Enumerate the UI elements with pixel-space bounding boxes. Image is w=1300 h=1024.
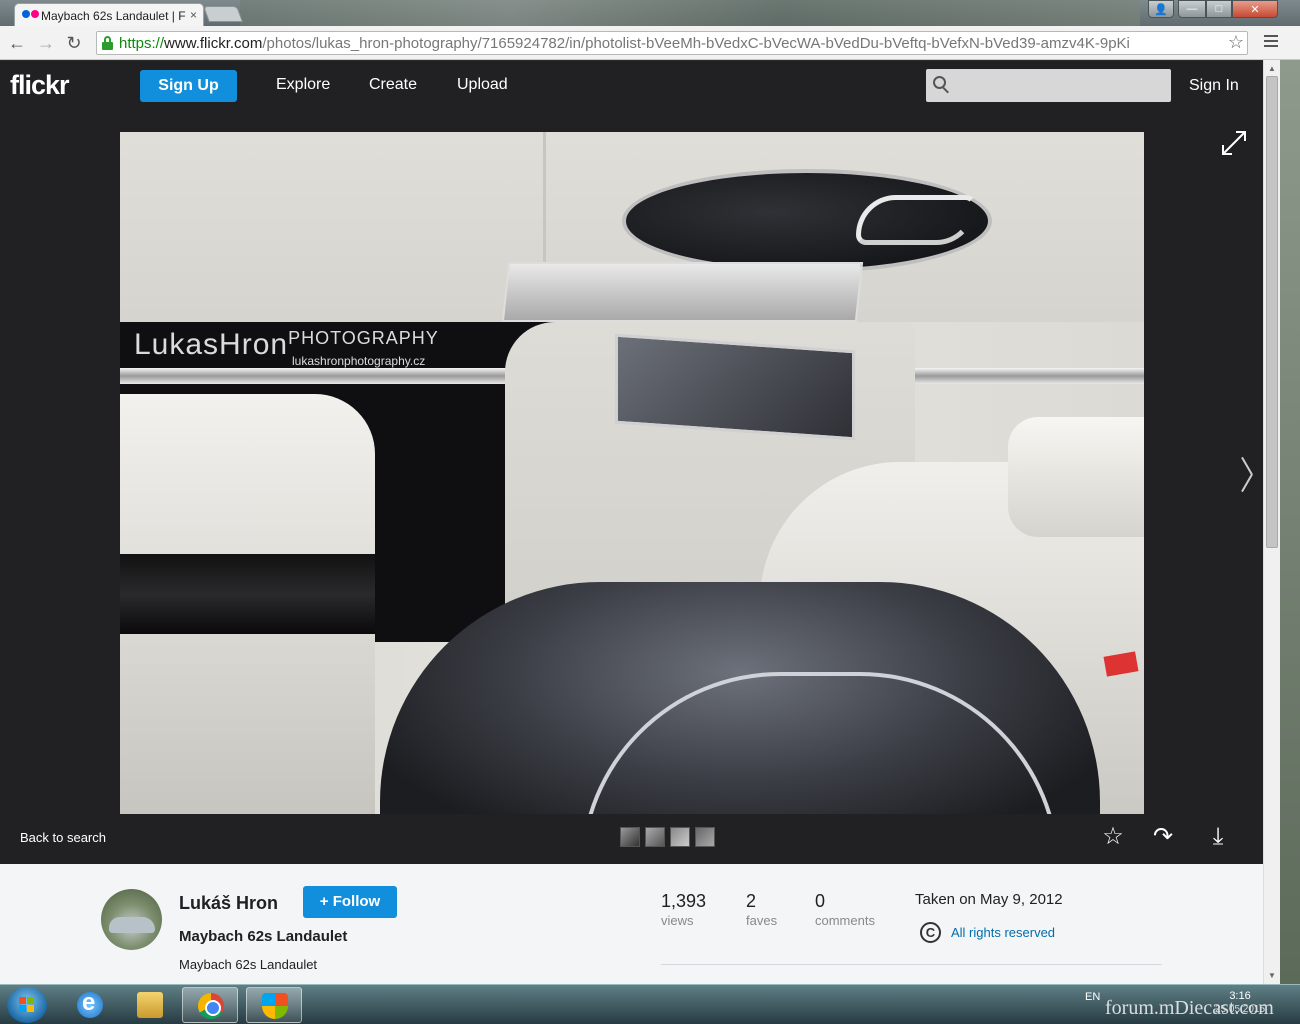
thumbnail[interactable] <box>645 827 665 847</box>
clock-time: 3:16 <box>1229 990 1251 1002</box>
thumbnail[interactable] <box>670 827 690 847</box>
stat-faves: 2 faves <box>746 891 777 928</box>
stat-faves-count: 2 <box>746 891 757 911</box>
flickr-logo[interactable]: flickr <box>10 70 70 101</box>
watermark-photography: PHOTOGRAPHY <box>288 328 439 348</box>
system-clock[interactable]: 3:16 25.05.2015 <box>1215 990 1265 1016</box>
search-input[interactable] <box>958 73 1163 97</box>
taskbar-internet-explorer-icon[interactable] <box>62 987 118 1023</box>
owner-avatar[interactable] <box>101 889 162 950</box>
back-to-search-link[interactable]: Back to search <box>20 830 106 845</box>
browser-titlebar: Maybach 62s Landaulet | F × 👤 — □ ✕ <box>0 0 1300 26</box>
browser-menu-icon[interactable] <box>1264 35 1278 49</box>
main-photo[interactable]: LukasHronPHOTOGRAPHY lukashronphotograph… <box>120 132 1144 814</box>
stat-comments-count: 0 <box>815 891 826 911</box>
thumbnail[interactable] <box>620 827 640 847</box>
minimize-button[interactable]: — <box>1178 0 1206 18</box>
scroll-down-icon[interactable]: ▼ <box>1268 971 1276 980</box>
download-icon[interactable]: ⤓ <box>1205 824 1231 850</box>
url-scheme: https:// <box>119 35 165 52</box>
flickr-header: flickr Sign Up Explore Create Upload Sig… <box>0 61 1263 111</box>
photo-leather-cushion <box>380 582 1100 814</box>
search-icon <box>933 76 949 94</box>
forward-arrow-icon[interactable]: → <box>35 32 57 54</box>
window-controls: 👤 — □ ✕ <box>1148 0 1278 18</box>
maximize-button[interactable]: □ <box>1206 0 1232 18</box>
photo-stage: LukasHronPHOTOGRAPHY lukashronphotograph… <box>0 111 1263 864</box>
tab-title: Maybach 62s Landaulet | F <box>41 9 186 23</box>
reload-icon[interactable]: ↻ <box>63 32 85 54</box>
sign-in-link[interactable]: Sign In <box>1189 77 1239 95</box>
taskbar-security-shield-icon[interactable] <box>246 987 302 1023</box>
nav-create[interactable]: Create <box>369 76 417 94</box>
address-bar[interactable]: https://www.flickr.com/photos/lukas_hron… <box>96 31 1248 55</box>
share-icon[interactable]: ↷ <box>1150 824 1176 850</box>
close-window-button[interactable]: ✕ <box>1232 0 1278 18</box>
taskbar-file-explorer-icon[interactable] <box>122 987 178 1023</box>
photo-title: Maybach 62s Landaulet <box>179 928 348 945</box>
stat-comments: 0 comments <box>815 891 875 928</box>
start-button-icon[interactable] <box>7 987 47 1023</box>
address-url[interactable]: https://www.flickr.com/photos/lukas_hron… <box>119 35 1227 52</box>
license-link[interactable]: All rights reserved <box>951 925 1055 940</box>
photo-tray <box>501 262 864 322</box>
stat-views: 1,393 views <box>661 891 706 928</box>
copyright-icon: C <box>920 922 941 943</box>
photo-left-seat <box>120 394 375 814</box>
sign-up-button[interactable]: Sign Up <box>140 70 237 102</box>
desktop-background-strip <box>240 0 1140 26</box>
search-box[interactable] <box>926 69 1171 102</box>
clock-date: 25.05.2015 <box>1215 1004 1266 1015</box>
photo-right-armrest <box>1008 417 1144 537</box>
url-host: www.flickr.com <box>164 35 263 52</box>
secure-lock-icon <box>102 36 113 50</box>
nav-upload[interactable]: Upload <box>457 76 508 94</box>
browser-tab-active[interactable]: Maybach 62s Landaulet | F × <box>14 3 204 26</box>
system-tray-language[interactable]: EN <box>1085 991 1100 1003</box>
bookmark-star-icon[interactable]: ☆ <box>1228 32 1244 53</box>
watermark-site: lukashronphotography.cz <box>292 354 426 368</box>
url-path: /photos/lukas_hron-photography/716592478… <box>262 35 1130 52</box>
browser-toolbar: ← → ↻ https://www.flickr.com/photos/luka… <box>0 26 1300 60</box>
stat-views-count: 1,393 <box>661 891 707 911</box>
desktop-background-edge <box>1280 60 1300 984</box>
flickr-favicon-icon <box>22 10 42 20</box>
scroll-up-icon[interactable]: ▲ <box>1268 64 1276 73</box>
taken-date[interactable]: Taken on May 9, 2012 <box>915 891 1063 908</box>
stat-views-label: views <box>661 913 694 928</box>
new-tab-button[interactable] <box>203 6 243 22</box>
photo-info-panel: Lukáš Hron + Follow Maybach 62s Landaule… <box>0 864 1263 984</box>
next-photo-arrow-icon[interactable] <box>1237 456 1257 493</box>
stat-comments-label: comments <box>815 913 875 928</box>
fave-star-icon[interactable]: ☆ <box>1100 824 1126 850</box>
back-arrow-icon[interactable]: ← <box>6 32 28 54</box>
scrollbar-thumb[interactable] <box>1266 76 1278 548</box>
photostream-thumbnails <box>620 827 715 847</box>
nav-explore[interactable]: Explore <box>276 76 330 94</box>
photo-description: Maybach 62s Landaulet <box>179 957 318 972</box>
taskbar-chrome-icon[interactable] <box>182 987 238 1023</box>
thumbnail[interactable] <box>695 827 715 847</box>
follow-button[interactable]: + Follow <box>303 886 397 918</box>
tab-close-icon[interactable]: × <box>190 8 197 22</box>
profile-user-icon[interactable]: 👤 <box>1148 0 1174 18</box>
photo-seat-controls <box>622 169 992 273</box>
photo-watermark: LukasHronPHOTOGRAPHY lukashronphotograph… <box>134 328 439 368</box>
fullscreen-expand-icon[interactable] <box>1222 131 1246 155</box>
watermark-name: LukasHron <box>134 328 289 361</box>
info-divider <box>661 964 1162 965</box>
stat-faves-label: faves <box>746 913 778 928</box>
windows-taskbar: EN forum.mDiecast.com 3:16 25.05.2015 <box>0 984 1300 1024</box>
page-scrollbar[interactable]: ▲ ▼ <box>1263 60 1280 984</box>
owner-name-link[interactable]: Lukáš Hron <box>179 893 278 914</box>
